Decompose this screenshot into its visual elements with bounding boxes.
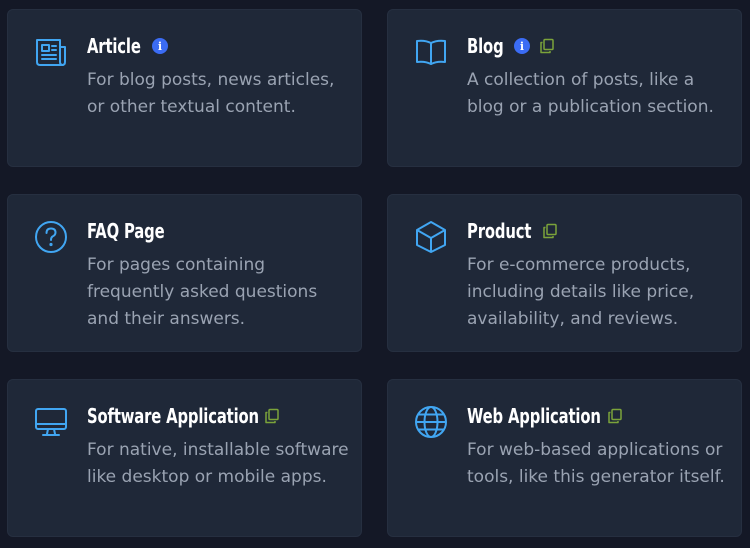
card-title-row: Product — [467, 219, 558, 243]
card-description: For native, installable software like de… — [87, 440, 349, 487]
card-description: A collection of posts, like a blog or a … — [467, 70, 714, 117]
card-faq-page[interactable]: FAQ Page For pages containing frequently… — [7, 194, 362, 352]
card-article[interactable]: Article i For blog posts, news articles,… — [7, 9, 362, 167]
question-circle-icon — [34, 220, 68, 254]
card-title-row: Web Application — [467, 404, 623, 428]
card-title-row: FAQ Page — [87, 219, 165, 243]
cube-icon — [414, 220, 448, 254]
globe-icon — [414, 405, 448, 439]
copy-icon[interactable] — [542, 223, 558, 239]
card-blog[interactable]: Blog i A collection of posts, like a blo… — [387, 9, 742, 167]
card-description: For e-commerce products, including detai… — [467, 255, 695, 329]
info-icon[interactable]: i — [152, 38, 168, 54]
copy-icon[interactable] — [607, 408, 623, 424]
card-title: FAQ Page — [87, 219, 165, 243]
monitor-icon — [34, 405, 68, 439]
copy-icon[interactable] — [264, 408, 280, 424]
card-title: Article — [87, 34, 141, 58]
card-description: For pages containing frequently asked qu… — [87, 255, 318, 329]
card-web-application[interactable]: Web Application For web-based applicatio… — [387, 379, 742, 537]
copy-icon[interactable] — [539, 38, 555, 54]
card-title: Product — [467, 219, 532, 243]
newspaper-icon — [34, 35, 68, 69]
card-software-application[interactable]: Software Application For native, install… — [7, 379, 362, 537]
card-title: Blog — [467, 34, 504, 58]
card-product[interactable]: Product For e-commerce products, includi… — [387, 194, 742, 352]
schema-type-grid: Article i For blog posts, news articles,… — [0, 0, 750, 548]
card-title-row: Article i — [87, 34, 168, 58]
card-title: Web Application — [467, 404, 601, 428]
card-title-row: Software Application — [87, 404, 280, 428]
card-description: For web-based applications or tools, lik… — [467, 440, 725, 487]
book-open-icon — [414, 35, 448, 69]
card-title-row: Blog i — [467, 34, 555, 58]
info-icon[interactable]: i — [514, 38, 530, 54]
card-description: For blog posts, news articles, or other … — [87, 70, 335, 117]
card-title: Software Application — [87, 404, 259, 428]
